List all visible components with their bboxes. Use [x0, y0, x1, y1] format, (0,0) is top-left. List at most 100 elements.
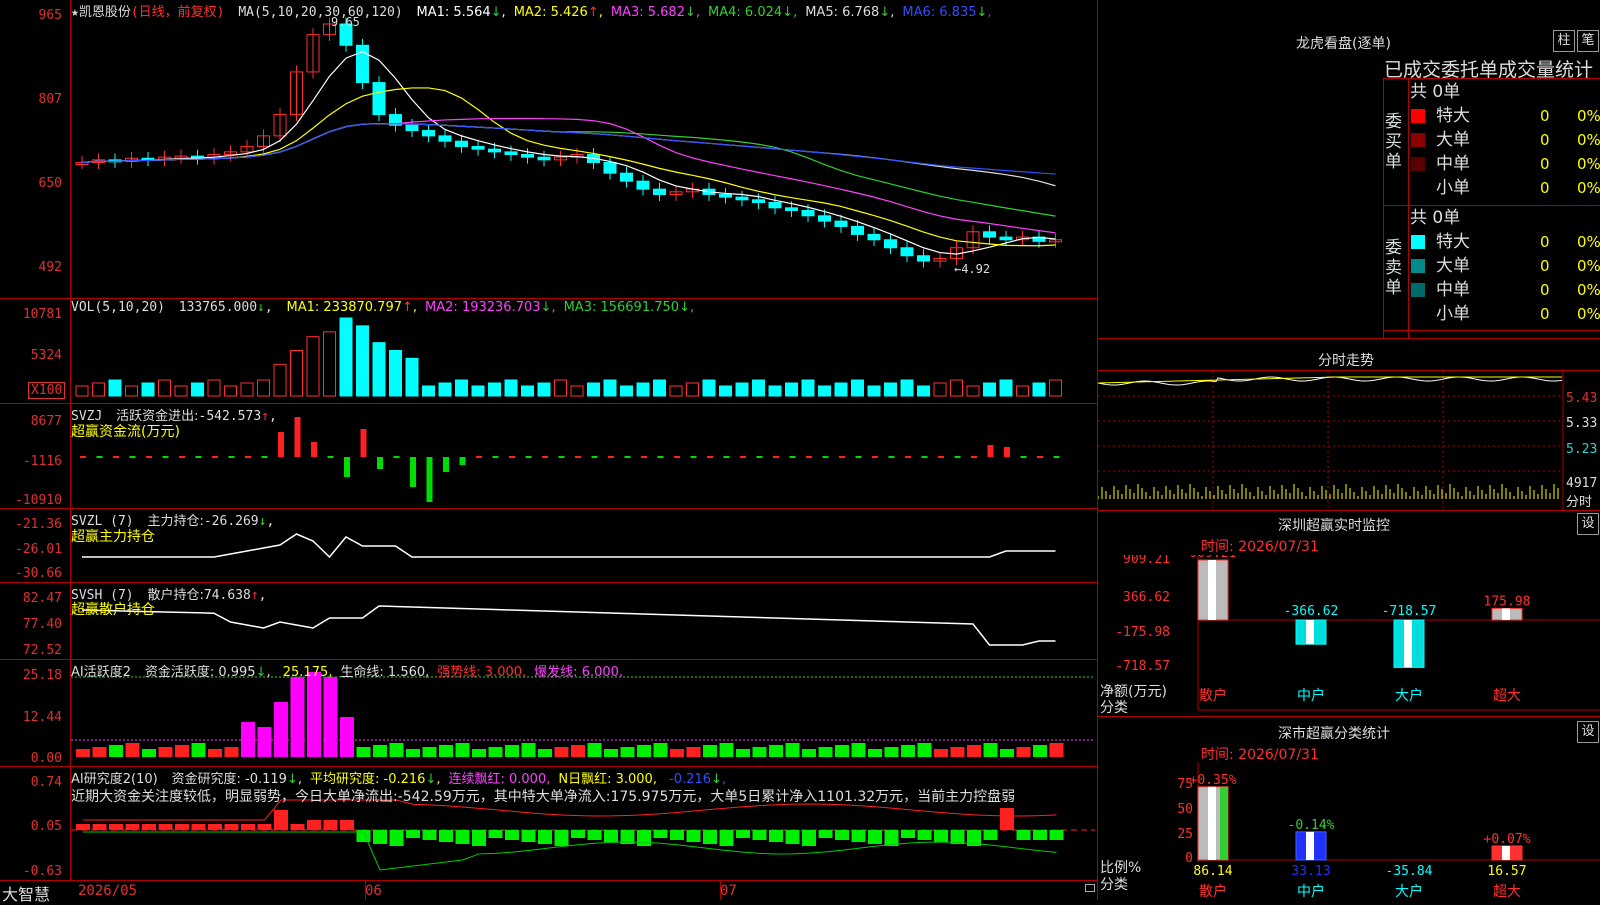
candle-body	[405, 124, 419, 132]
sz-class-settings-button[interactable]: 设	[1577, 721, 1599, 743]
sz-class-bar-1	[1295, 831, 1327, 861]
svzj-bar	[294, 417, 301, 457]
ai-research-bar	[521, 830, 536, 842]
sell-row-count-2: 0	[1540, 281, 1550, 299]
candle-body	[504, 151, 518, 156]
svzj-tick	[921, 456, 928, 458]
svzl-ytick-1: -26.01	[15, 542, 62, 557]
candle-body	[917, 255, 930, 262]
candle-body	[471, 146, 485, 150]
ai-active-bar	[175, 745, 189, 757]
sz-monitor-settings-button[interactable]: 设	[1577, 513, 1599, 535]
sell-row-pct-0: 0%	[1577, 233, 1600, 251]
high-price-label: 9.65	[331, 15, 360, 29]
buy-row-name-1: 大单	[1436, 130, 1470, 150]
ai-research-bar	[455, 830, 470, 844]
ai-research-bar	[472, 830, 486, 846]
ai-active-item-0: 资金活跃度: 0.995↓,	[144, 665, 271, 680]
svsh-line	[81, 605, 1056, 646]
svzj-tick	[80, 456, 86, 458]
lock-icon[interactable]	[1085, 884, 1095, 892]
svsh-ytick-0: 82.47	[22, 591, 62, 606]
ai-active-bar	[307, 672, 321, 757]
sz-class-xlabel: 分类	[1100, 877, 1128, 893]
sz-monitor-bar-1	[1295, 619, 1327, 645]
sz-monitor-time: 时间: 2026/07/31	[1201, 539, 1319, 555]
candle-body	[900, 247, 914, 257]
svzj-bar	[987, 445, 994, 457]
sz-monitor-title: 深圳超赢实时监控	[1278, 518, 1390, 534]
ai-research-bar	[92, 824, 107, 830]
ai-research-bar	[719, 830, 734, 846]
ai-research-bar	[208, 824, 222, 830]
tick-mode-button[interactable]: 笔	[1577, 30, 1599, 52]
sz-class-bar-3	[1491, 845, 1523, 861]
sell-row-name-2: 中单	[1436, 280, 1470, 300]
sell-row-swatch-0	[1411, 235, 1425, 249]
ai-research-bar	[389, 830, 404, 846]
ma-value-2: MA3: 5.682↓,	[610, 5, 701, 20]
volume-bar	[983, 382, 996, 397]
sz-class-bar-highlight	[1306, 831, 1314, 860]
volume-bar	[207, 379, 221, 397]
ai-research-bar	[571, 830, 585, 838]
volume-bar	[108, 379, 122, 397]
ai-active-bar	[769, 745, 783, 757]
ma-value-1: MA2: 5.426↑,	[513, 5, 603, 20]
stock-name[interactable]: ★凯恩股份	[71, 5, 131, 20]
vol-ma-value-0: MA1: 233870.797↑,	[286, 300, 418, 315]
candle-body	[818, 215, 831, 222]
svzj-tick	[1020, 456, 1027, 458]
ai-research-bar	[1049, 830, 1064, 840]
vol-value: 133765.000↓,	[178, 300, 273, 315]
sz-class-category: 超大	[1493, 884, 1521, 900]
svzj-tick	[476, 456, 482, 458]
volume-bar	[405, 357, 419, 397]
bar-mode-button[interactable]: 柱	[1553, 30, 1575, 52]
buy-row-count-0: 0	[1540, 107, 1550, 125]
ai-active-bar	[802, 749, 816, 757]
svzj-bar	[426, 457, 433, 502]
ai-research-bar	[785, 830, 800, 844]
svsh-subtitle: 超赢散户持仓	[71, 602, 155, 618]
ai-research-bar	[554, 830, 569, 846]
volume-bar	[92, 382, 105, 397]
ai-active-ytick-2: 0.00	[30, 751, 62, 766]
candle-body	[422, 130, 435, 137]
ai-research-bar	[917, 830, 932, 840]
sz-monitor-ytick: 909.21	[1123, 555, 1170, 567]
volume-bar	[570, 385, 584, 397]
ai-research-bar	[406, 830, 420, 838]
candle-body	[801, 209, 815, 217]
svzj-tick	[954, 456, 961, 458]
svzj-bar	[360, 429, 367, 457]
ai-research-bar	[670, 830, 684, 840]
candle-body	[752, 199, 765, 203]
svzj-tick	[971, 456, 977, 458]
ai-active-bar	[736, 749, 750, 757]
ai-research-bar	[505, 830, 519, 840]
ai-research-bar	[290, 824, 305, 830]
svzj-tick	[723, 456, 730, 458]
svzj-tick	[789, 456, 796, 458]
svzj-tick	[608, 456, 614, 458]
ai-research-bar	[802, 830, 816, 846]
volume-bar	[141, 382, 155, 397]
vol-ytick-1: 5324	[30, 348, 62, 363]
sz-monitor-ytick: -718.57	[1115, 659, 1170, 674]
svzj-tick	[707, 456, 713, 458]
intraday-chart[interactable]	[1098, 371, 1600, 511]
candle-body	[653, 188, 666, 195]
ai-active-bar	[472, 749, 486, 757]
sell-total: 共 0单	[1410, 208, 1461, 228]
sz-monitor-bar-highlight	[1306, 620, 1314, 645]
ai-active-bar	[538, 749, 552, 757]
ai-active-item-1: 25.175,	[278, 665, 333, 680]
volume-bar	[339, 317, 353, 397]
ai-active-bar	[686, 747, 701, 757]
svzj-tick	[591, 456, 598, 458]
buy-row-count-3: 0	[1540, 179, 1550, 197]
svzj-bar	[377, 457, 383, 469]
buy-row-pct-2: 0%	[1577, 155, 1600, 173]
svzj-bar	[344, 457, 350, 477]
